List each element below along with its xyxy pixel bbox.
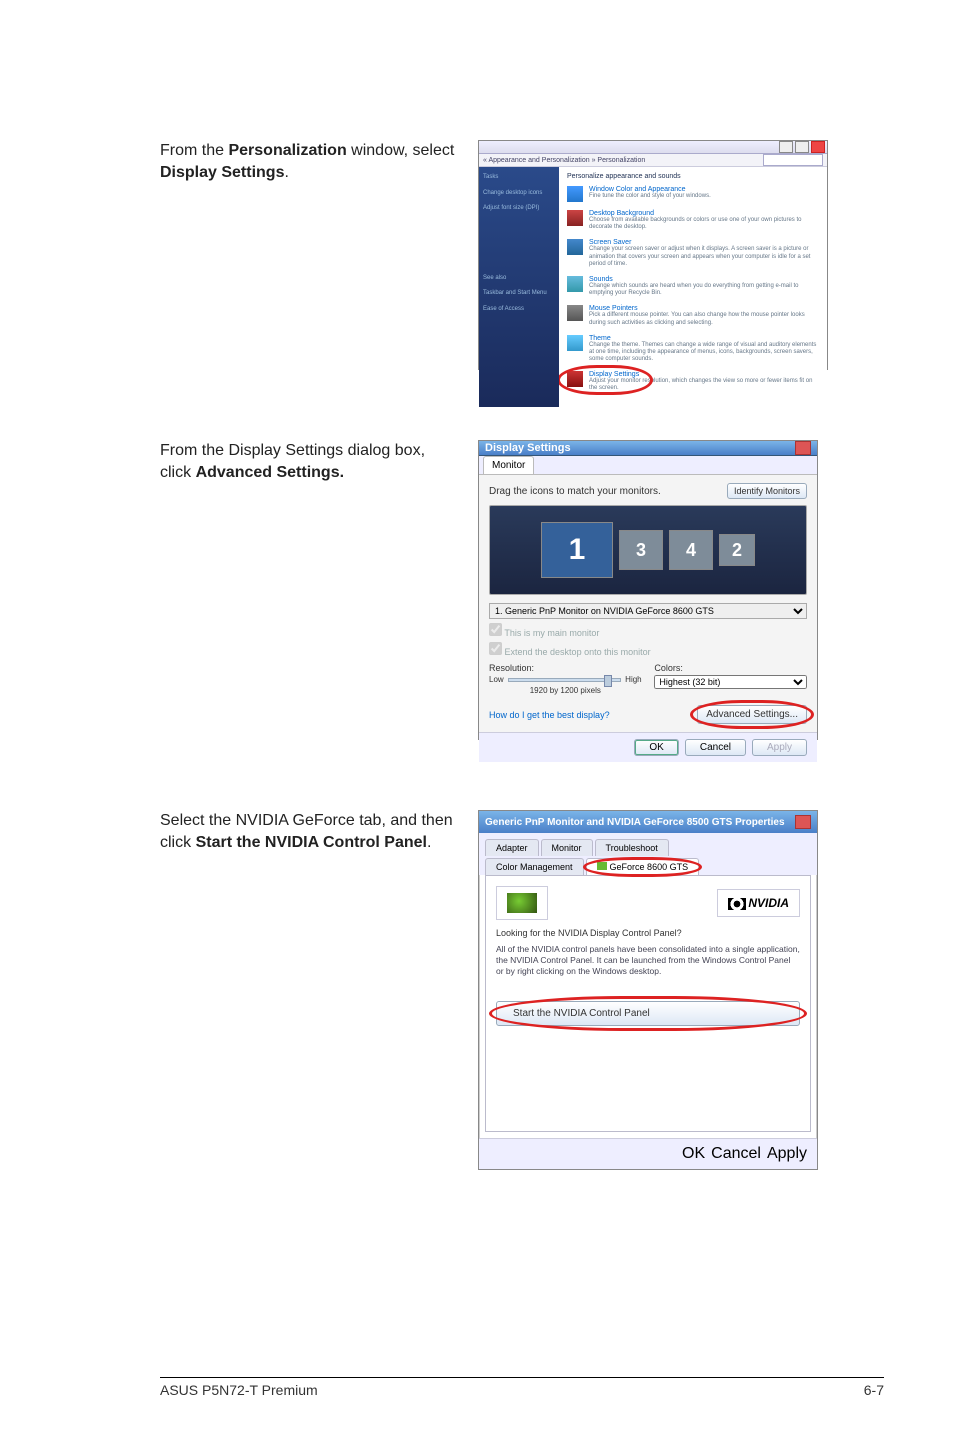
nvidia-eye-icon xyxy=(728,898,746,910)
display-icon xyxy=(567,371,583,387)
link-mouse-pointers[interactable]: Mouse Pointers xyxy=(589,305,819,312)
help-link[interactable]: How do I get the best display? xyxy=(489,710,610,720)
close-button[interactable] xyxy=(811,141,825,153)
search-input[interactable] xyxy=(763,154,823,166)
dialog-title: Generic PnP Monitor and NVIDIA GeForce 8… xyxy=(485,817,785,828)
nvidia-icon xyxy=(597,862,607,870)
link-window-color[interactable]: Window Color and Appearance xyxy=(589,186,711,193)
personalization-window: « Appearance and Personalization » Perso… xyxy=(478,140,828,370)
description-text: All of the NVIDIA control panels have be… xyxy=(496,944,800,977)
dialog-titlebar: Generic PnP Monitor and NVIDIA GeForce 8… xyxy=(479,811,817,833)
tab-troubleshoot[interactable]: Troubleshoot xyxy=(595,839,669,856)
ok-button[interactable]: OK xyxy=(634,739,678,756)
identify-monitors-button[interactable]: Identify Monitors xyxy=(727,483,807,499)
tab-color-management[interactable]: Color Management xyxy=(485,858,584,875)
monitor-1[interactable]: 1 xyxy=(541,522,613,578)
step1-text: From the Personalization window, select … xyxy=(160,140,460,370)
breadcrumb[interactable]: « Appearance and Personalization » Perso… xyxy=(483,157,759,164)
link-theme[interactable]: Theme xyxy=(589,335,819,342)
monitor-select[interactable]: 1. Generic PnP Monitor on NVIDIA GeForce… xyxy=(489,603,807,619)
monitor-properties-dialog: Generic PnP Monitor and NVIDIA GeForce 8… xyxy=(478,810,818,1170)
ok-button[interactable]: OK xyxy=(682,1145,705,1163)
sidebar-link[interactable]: Taskbar and Start Menu xyxy=(483,289,555,299)
tab-adapter[interactable]: Adapter xyxy=(485,839,539,856)
drag-hint: Drag the icons to match your monitors. xyxy=(489,486,661,497)
address-bar: « Appearance and Personalization » Perso… xyxy=(479,154,827,167)
step3-text: Select the NVIDIA GeForce tab, and then … xyxy=(160,810,460,1170)
color-icon xyxy=(567,186,583,202)
footer-left: ASUS P5N72-T Premium xyxy=(160,1382,318,1398)
tab-geforce[interactable]: GeForce 8600 GTS xyxy=(586,858,700,875)
tab-monitor[interactable]: Monitor xyxy=(541,839,593,856)
main-monitor-checkbox xyxy=(489,623,502,636)
start-nvidia-control-panel-button[interactable]: Start the NVIDIA Control Panel xyxy=(496,1001,800,1026)
background-icon xyxy=(567,210,583,226)
link-screen-saver[interactable]: Screen Saver xyxy=(589,239,819,246)
monitor-layout[interactable]: 1 3 4 2 xyxy=(489,505,807,595)
apply-button[interactable]: Apply xyxy=(767,1145,807,1163)
resolution-value: 1920 by 1200 pixels xyxy=(489,686,642,695)
geforce-logo xyxy=(496,886,548,920)
resolution-label: Resolution: xyxy=(489,663,642,673)
close-button[interactable] xyxy=(795,815,811,829)
mouse-icon xyxy=(567,305,583,321)
monitor-3[interactable]: 3 xyxy=(619,530,663,570)
sidebar-heading: See also xyxy=(483,274,555,284)
link-desktop-background[interactable]: Desktop Background xyxy=(589,210,819,217)
cancel-button[interactable]: Cancel xyxy=(711,1145,761,1163)
personalization-main: Personalize appearance and sounds Window… xyxy=(559,167,827,407)
dialog-titlebar: Display Settings xyxy=(479,441,817,456)
link-display-settings[interactable]: Display Settings xyxy=(589,371,819,378)
window-titlebar xyxy=(479,141,827,154)
sidebar-link[interactable]: Adjust font size (DPI) xyxy=(483,204,555,214)
step2-text: From the Display Settings dialog box, cl… xyxy=(160,440,460,740)
footer-page-number: 6-7 xyxy=(864,1382,884,1398)
link-sounds[interactable]: Sounds xyxy=(589,276,819,283)
monitor-4[interactable]: 4 xyxy=(669,530,713,570)
display-settings-dialog: Display Settings Monitor Drag the icons … xyxy=(478,440,818,740)
resolution-slider[interactable]: Low High xyxy=(489,675,642,684)
colors-select[interactable]: Highest (32 bit) xyxy=(654,675,807,689)
dialog-title: Display Settings xyxy=(485,442,571,454)
apply-button[interactable]: Apply xyxy=(752,739,807,756)
screensaver-icon xyxy=(567,239,583,255)
sounds-icon xyxy=(567,276,583,292)
nvidia-logo: NVIDIA xyxy=(717,889,800,917)
monitor-2[interactable]: 2 xyxy=(719,534,755,566)
page-heading: Personalize appearance and sounds xyxy=(567,173,819,180)
tab-monitor[interactable]: Monitor xyxy=(483,456,534,474)
maximize-button[interactable] xyxy=(795,141,809,153)
theme-icon xyxy=(567,335,583,351)
extend-desktop-checkbox xyxy=(489,642,502,655)
minimize-button[interactable] xyxy=(779,141,793,153)
looking-text: Looking for the NVIDIA Display Control P… xyxy=(496,928,800,938)
tasks-sidebar: Tasks Change desktop icons Adjust font s… xyxy=(479,167,559,407)
sidebar-heading: Tasks xyxy=(483,173,555,183)
cancel-button[interactable]: Cancel xyxy=(685,739,746,756)
advanced-settings-button[interactable]: Advanced Settings... xyxy=(697,705,807,724)
sidebar-link[interactable]: Change desktop icons xyxy=(483,189,555,199)
sidebar-link[interactable]: Ease of Access xyxy=(483,305,555,315)
close-button[interactable] xyxy=(795,441,811,455)
colors-label: Colors: xyxy=(654,663,807,673)
page-footer: ASUS P5N72-T Premium 6-7 xyxy=(160,1377,884,1398)
